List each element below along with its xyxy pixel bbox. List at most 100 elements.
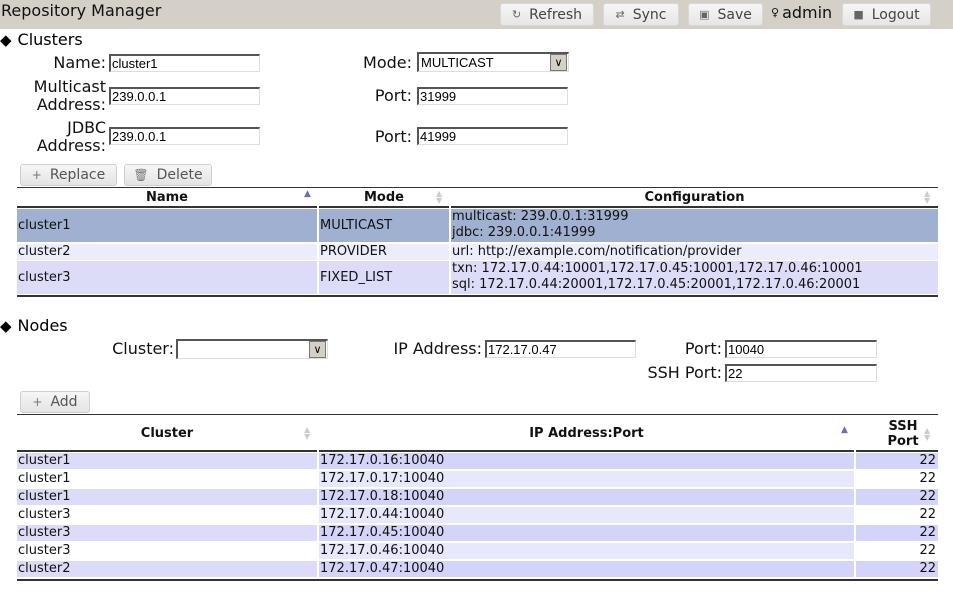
logout-label: Logout [871,6,920,23]
multicast-address-label: Multicast Address: [33,77,106,114]
user-menu[interactable]: ♀ admin [771,3,832,22]
app-title: Repository Manager [1,1,162,20]
cell-mode: FIXED_LIST [319,261,449,294]
multicast-address-input[interactable] [109,87,260,105]
logout-button[interactable]: ■ Logout [842,3,931,26]
top-bar: Repository Manager ↻ Refresh ⇄ Sync ▣ Sa… [0,0,953,29]
cluster-label: Cluster: [112,339,174,358]
cell-cluster: cluster1 [17,471,317,487]
save-icon: ▣ [699,8,710,21]
delete-button[interactable]: 🗑︎ Delete [124,164,212,186]
table-top-border [17,187,938,188]
cell-cluster: cluster1 [17,453,317,469]
user-name: admin [782,3,833,22]
port-input[interactable] [725,340,877,358]
mode-select[interactable]: MULTICAST ∨ [417,52,569,72]
column-header-mode[interactable]: Mode [319,190,449,205]
column-header-configuration[interactable]: Configuration [451,190,938,205]
cell-ip-address-port: 172.17.0.44:10040 [319,507,854,523]
lock-icon: ■ [853,8,864,21]
cell-ssh-port: 22 [856,561,938,577]
cell-ssh-port: 22 [856,453,938,469]
sync-label: Sync [632,6,667,23]
cell-ssh-port: 22 [856,507,938,523]
cell-mode: MULTICAST [319,209,449,242]
plus-icon: + [32,395,43,409]
cell-ssh-port: 22 [856,489,938,505]
sort-ascending-icon[interactable]: ▲ [841,425,848,435]
diamond-icon: ◆ [0,30,12,49]
jdbc-address-label: JDBC Address: [36,118,106,155]
diamond-icon: ◆ [0,316,12,335]
sort-icon[interactable]: ▲ ▼ [436,190,442,205]
cell-ip-address-port: 172.17.0.17:10040 [319,471,854,487]
sort-icon[interactable]: ▲ ▼ [924,190,930,205]
name-label: Name: [53,53,106,72]
header-divider [856,450,938,452]
cell-ssh-port: 22 [856,543,938,559]
cell-cluster: cluster3 [17,525,317,541]
cell-configuration: multicast: 239.0.0.1:31999 jdbc: 239.0.0.… [451,209,938,242]
ip-address-input[interactable] [485,340,636,358]
cell-name: cluster2 [17,244,317,260]
save-label: Save [717,6,752,23]
chevron-down-icon[interactable]: ∨ [309,341,326,358]
cell-name: cluster3 [17,261,317,294]
header-divider [319,450,854,452]
sort-icon[interactable]: ▲ ▼ [924,427,930,442]
column-header-ssh-port[interactable]: SSH Port [878,419,928,449]
column-header-name[interactable]: Name [17,190,317,205]
port-label: Port: [684,339,722,358]
table-bottom-border [17,579,938,581]
cell-ssh-port: 22 [856,471,938,487]
plus-icon: + [31,168,42,182]
clusters-section-title: ◆ Clusters [0,30,83,49]
refresh-button[interactable]: ↻ Refresh [500,3,594,26]
table-bottom-border [17,295,938,297]
jdbc-port-input[interactable] [417,127,568,145]
multicast-port-label: Port: [374,86,412,105]
column-header-ip-address-port[interactable]: IP Address:Port [319,426,854,441]
cell-ip-address-port: 172.17.0.47:10040 [319,561,854,577]
cluster-name-input[interactable] [109,54,260,72]
ssh-port-label: SSH Port: [647,363,722,382]
header-divider [451,206,938,208]
sync-button[interactable]: ⇄ Sync [603,3,679,26]
header-divider [17,206,317,208]
jdbc-port-label: Port: [374,127,412,146]
replace-button[interactable]: + Replace [20,164,117,186]
cell-cluster: cluster1 [17,489,317,505]
refresh-icon: ↻ [511,8,522,21]
jdbc-address-input[interactable] [109,127,260,145]
multicast-port-input[interactable] [417,87,568,105]
mode-select-value: MULTICAST [421,55,494,70]
header-divider [319,206,449,208]
sync-arrows-icon: ⇄ [615,8,625,21]
sort-icon[interactable]: ▲ ▼ [304,426,310,441]
cell-configuration: txn: 172.17.0.44:10001,172.17.0.45:10001… [451,261,938,294]
add-node-button[interactable]: + Add [20,391,90,413]
trash-icon: 🗑︎ [133,168,149,182]
table-top-border [17,414,938,415]
column-header-cluster[interactable]: Cluster [17,426,317,441]
chevron-down-icon[interactable]: ∨ [550,54,567,71]
cell-name: cluster1 [17,209,317,242]
sort-ascending-icon[interactable]: ▲ [304,189,311,199]
ssh-port-input[interactable] [725,364,877,382]
cell-ip-address-port: 172.17.0.18:10040 [319,489,854,505]
cell-ssh-port: 22 [856,525,938,541]
ip-address-label: IP Address: [393,339,482,358]
cell-cluster: cluster3 [17,543,317,559]
header-divider [17,450,317,452]
save-button[interactable]: ▣ Save [688,3,763,26]
cell-configuration: url: http://example.com/notification/pro… [451,244,938,260]
cell-ip-address-port: 172.17.0.16:10040 [319,453,854,469]
mode-label: Mode: [363,53,412,72]
cluster-select[interactable]: ∨ [176,339,328,359]
cell-cluster: cluster3 [17,507,317,523]
refresh-label: Refresh [529,6,583,23]
cell-ip-address-port: 172.17.0.45:10040 [319,525,854,541]
nodes-section-title: ◆ Nodes [0,316,68,335]
cell-mode: PROVIDER [319,244,449,260]
cell-cluster: cluster2 [17,561,317,577]
